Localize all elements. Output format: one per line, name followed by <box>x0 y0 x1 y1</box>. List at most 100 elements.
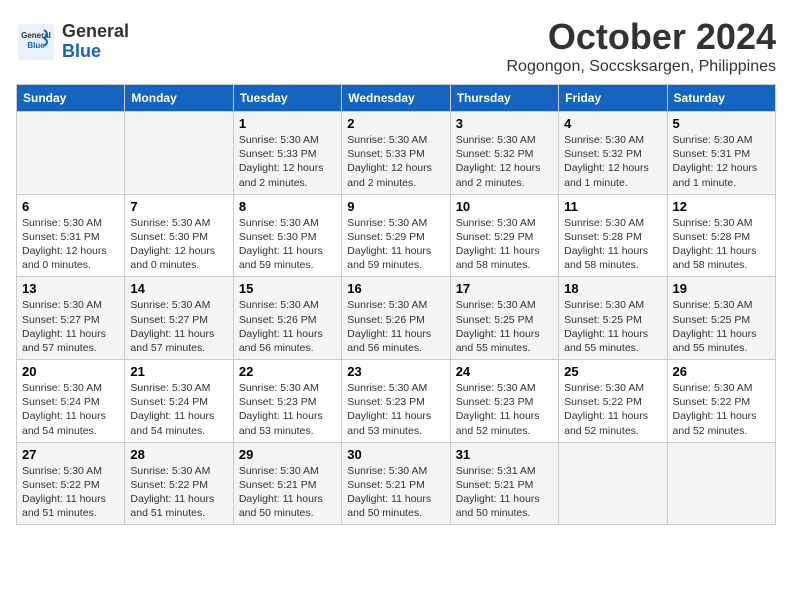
day-info: Sunrise: 5:30 AM Sunset: 5:26 PM Dayligh… <box>239 298 336 355</box>
day-number: 7 <box>130 199 227 214</box>
calendar-cell: 7 Sunrise: 5:30 AM Sunset: 5:30 PM Daylig… <box>125 194 233 277</box>
day-info: Sunrise: 5:30 AM Sunset: 5:21 PM Dayligh… <box>347 464 444 521</box>
logo-general: General <box>62 21 129 41</box>
calendar-cell: 18Sunrise: 5:30 AM Sunset: 5:25 PM Dayli… <box>559 277 667 360</box>
calendar-cell: 3 Sunrise: 5:30 AM Sunset: 5:32 PM Daylig… <box>450 112 558 195</box>
day-info: Sunrise: 5:30 AM Sunset: 5:28 PM Dayligh… <box>673 216 770 273</box>
day-info: Sunrise: 5:30 AM Sunset: 5:27 PM Dayligh… <box>22 298 119 355</box>
calendar-cell: 19Sunrise: 5:30 AM Sunset: 5:25 PM Dayli… <box>667 277 775 360</box>
day-number: 28 <box>130 447 227 462</box>
day-number: 18 <box>564 281 661 296</box>
day-info: Sunrise: 5:30 AM Sunset: 5:22 PM Dayligh… <box>564 381 661 438</box>
weekday-header: Wednesday <box>342 85 450 112</box>
logo-blue: Blue <box>62 41 101 61</box>
calendar-cell: 16Sunrise: 5:30 AM Sunset: 5:26 PM Dayli… <box>342 277 450 360</box>
calendar-week-row: 1Sunrise: 5:30 AM Sunset: 5:33 PM Daylig… <box>17 112 776 195</box>
day-number: 27 <box>22 447 119 462</box>
calendar-cell: 24 Sunrise: 5:30 AM Sunset: 5:23 PM Dayli… <box>450 360 558 443</box>
calendar-table: SundayMondayTuesdayWednesdayThursdayFrid… <box>16 84 776 525</box>
day-info: Sunrise: 5:30 AM Sunset: 5:33 PM Dayligh… <box>347 133 444 190</box>
day-info: Sunrise: 5:30 AM Sunset: 5:23 PM Dayligh… <box>239 381 336 438</box>
calendar-cell: 2Sunrise: 5:30 AM Sunset: 5:33 PM Daylig… <box>342 112 450 195</box>
calendar-cell <box>125 112 233 195</box>
calendar-week-row: 27 Sunrise: 5:30 AM Sunset: 5:22 PM Dayli… <box>17 442 776 525</box>
day-info: Sunrise: 5:30 AM Sunset: 5:23 PM Dayligh… <box>456 381 553 438</box>
day-info: Sunrise: 5:30 AM Sunset: 5:28 PM Dayligh… <box>564 216 661 273</box>
calendar-cell: 1Sunrise: 5:30 AM Sunset: 5:33 PM Daylig… <box>233 112 341 195</box>
calendar-cell: 5 Sunrise: 5:30 AM Sunset: 5:31 PM Daylig… <box>667 112 775 195</box>
calendar-cell <box>559 442 667 525</box>
calendar-cell: 20 Sunrise: 5:30 AM Sunset: 5:24 PM Dayli… <box>17 360 125 443</box>
day-number: 3 <box>456 116 553 131</box>
calendar-cell <box>17 112 125 195</box>
month-title: October 2024 <box>507 16 777 58</box>
calendar-week-row: 6 Sunrise: 5:30 AM Sunset: 5:31 PM Daylig… <box>17 194 776 277</box>
day-info: Sunrise: 5:30 AM Sunset: 5:30 PM Dayligh… <box>130 216 227 273</box>
calendar-cell: 28 Sunrise: 5:30 AM Sunset: 5:22 PM Dayli… <box>125 442 233 525</box>
location-title: Rogongon, Soccsksargen, Philippines <box>507 58 777 76</box>
day-number: 6 <box>22 199 119 214</box>
day-number: 26 <box>673 364 770 379</box>
calendar-cell: 8 Sunrise: 5:30 AM Sunset: 5:30 PM Daylig… <box>233 194 341 277</box>
day-number: 30 <box>347 447 444 462</box>
day-number: 23 <box>347 364 444 379</box>
calendar-week-row: 20 Sunrise: 5:30 AM Sunset: 5:24 PM Dayli… <box>17 360 776 443</box>
day-info: Sunrise: 5:30 AM Sunset: 5:29 PM Dayligh… <box>347 216 444 273</box>
day-info: Sunrise: 5:30 AM Sunset: 5:30 PM Dayligh… <box>239 216 336 273</box>
day-info: Sunrise: 5:30 AM Sunset: 5:22 PM Dayligh… <box>22 464 119 521</box>
calendar-cell: 10Sunrise: 5:30 AM Sunset: 5:29 PM Dayli… <box>450 194 558 277</box>
day-number: 8 <box>239 199 336 214</box>
day-info: Sunrise: 5:30 AM Sunset: 5:22 PM Dayligh… <box>673 381 770 438</box>
day-number: 22 <box>239 364 336 379</box>
day-info: Sunrise: 5:30 AM Sunset: 5:22 PM Dayligh… <box>130 464 227 521</box>
day-number: 9 <box>347 199 444 214</box>
day-number: 21 <box>130 364 227 379</box>
day-number: 4 <box>564 116 661 131</box>
calendar-cell: 22 Sunrise: 5:30 AM Sunset: 5:23 PM Dayli… <box>233 360 341 443</box>
day-number: 11 <box>564 199 661 214</box>
day-info: Sunrise: 5:31 AM Sunset: 5:21 PM Dayligh… <box>456 464 553 521</box>
day-info: Sunrise: 5:30 AM Sunset: 5:31 PM Dayligh… <box>673 133 770 190</box>
day-number: 17 <box>456 281 553 296</box>
calendar-cell: 9 Sunrise: 5:30 AM Sunset: 5:29 PM Daylig… <box>342 194 450 277</box>
svg-text:Blue: Blue <box>27 41 45 50</box>
day-number: 12 <box>673 199 770 214</box>
calendar-cell <box>667 442 775 525</box>
title-section: October 2024 Rogongon, Soccsksargen, Phi… <box>507 16 777 76</box>
calendar-cell: 4 Sunrise: 5:30 AM Sunset: 5:32 PM Daylig… <box>559 112 667 195</box>
day-info: Sunrise: 5:30 AM Sunset: 5:24 PM Dayligh… <box>22 381 119 438</box>
weekday-header: Thursday <box>450 85 558 112</box>
calendar-week-row: 13 Sunrise: 5:30 AM Sunset: 5:27 PM Dayli… <box>17 277 776 360</box>
calendar-cell: 17Sunrise: 5:30 AM Sunset: 5:25 PM Dayli… <box>450 277 558 360</box>
calendar-cell: 31Sunrise: 5:31 AM Sunset: 5:21 PM Dayli… <box>450 442 558 525</box>
day-number: 10 <box>456 199 553 214</box>
day-number: 24 <box>456 364 553 379</box>
day-info: Sunrise: 5:30 AM Sunset: 5:31 PM Dayligh… <box>22 216 119 273</box>
day-number: 15 <box>239 281 336 296</box>
calendar-cell: 13 Sunrise: 5:30 AM Sunset: 5:27 PM Dayli… <box>17 277 125 360</box>
day-info: Sunrise: 5:30 AM Sunset: 5:24 PM Dayligh… <box>130 381 227 438</box>
day-info: Sunrise: 5:30 AM Sunset: 5:23 PM Dayligh… <box>347 381 444 438</box>
day-number: 13 <box>22 281 119 296</box>
day-number: 25 <box>564 364 661 379</box>
day-number: 20 <box>22 364 119 379</box>
logo: General Blue General Blue <box>16 22 129 62</box>
weekday-header: Friday <box>559 85 667 112</box>
weekday-header-row: SundayMondayTuesdayWednesdayThursdayFrid… <box>17 85 776 112</box>
calendar-cell: 12 Sunrise: 5:30 AM Sunset: 5:28 PM Dayli… <box>667 194 775 277</box>
calendar-cell: 25 Sunrise: 5:30 AM Sunset: 5:22 PM Dayli… <box>559 360 667 443</box>
weekday-header: Sunday <box>17 85 125 112</box>
calendar-cell: 30 Sunrise: 5:30 AM Sunset: 5:21 PM Dayli… <box>342 442 450 525</box>
day-info: Sunrise: 5:30 AM Sunset: 5:33 PM Dayligh… <box>239 133 336 190</box>
day-info: Sunrise: 5:30 AM Sunset: 5:26 PM Dayligh… <box>347 298 444 355</box>
weekday-header: Saturday <box>667 85 775 112</box>
day-number: 14 <box>130 281 227 296</box>
calendar-cell: 11 Sunrise: 5:30 AM Sunset: 5:28 PM Dayli… <box>559 194 667 277</box>
day-info: Sunrise: 5:30 AM Sunset: 5:32 PM Dayligh… <box>564 133 661 190</box>
calendar-cell: 29Sunrise: 5:30 AM Sunset: 5:21 PM Dayli… <box>233 442 341 525</box>
day-info: Sunrise: 5:30 AM Sunset: 5:32 PM Dayligh… <box>456 133 553 190</box>
day-number: 5 <box>673 116 770 131</box>
day-number: 29 <box>239 447 336 462</box>
logo-icon: General Blue <box>16 22 56 62</box>
day-info: Sunrise: 5:30 AM Sunset: 5:27 PM Dayligh… <box>130 298 227 355</box>
